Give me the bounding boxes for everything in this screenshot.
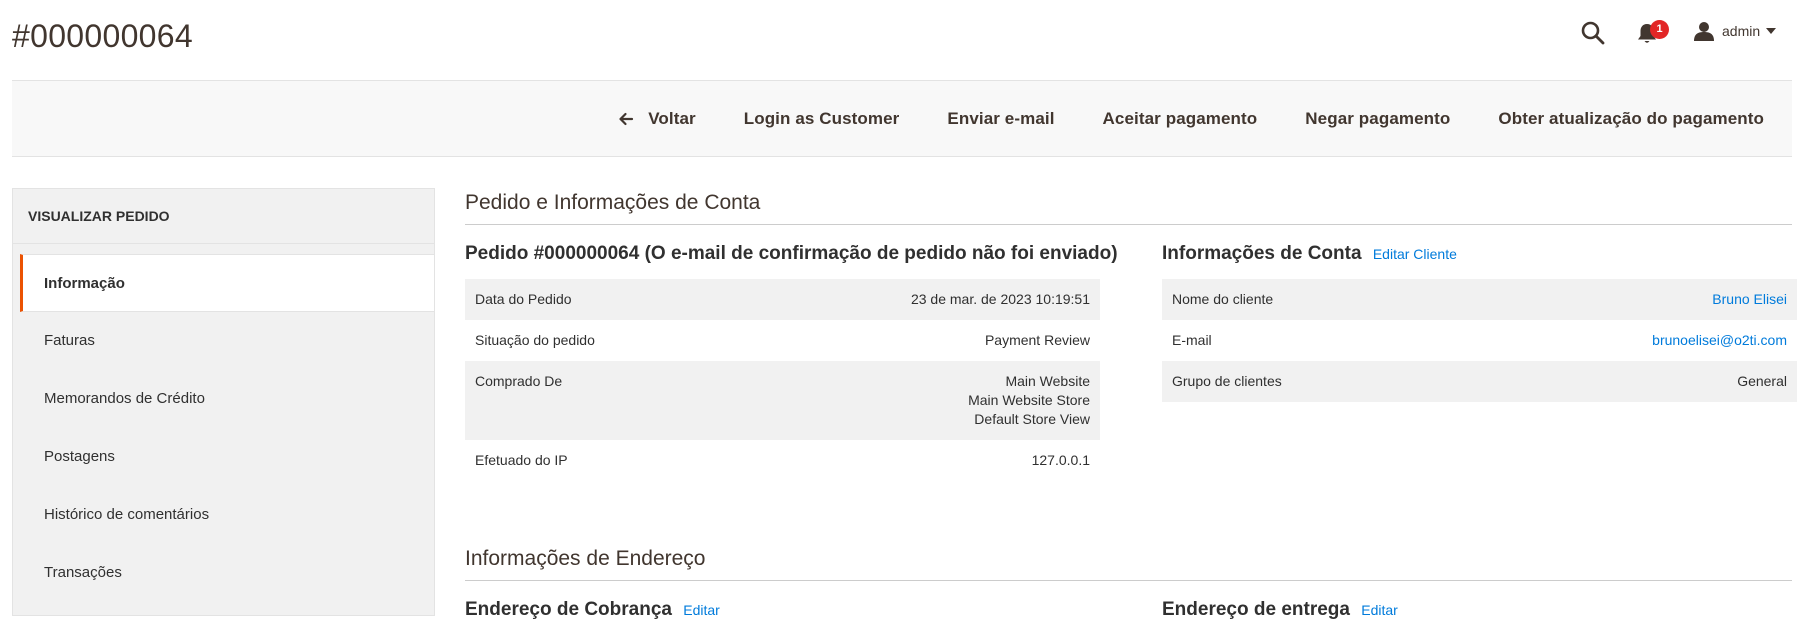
customer-email-link[interactable]: brunoelisei@o2ti.com (1652, 332, 1787, 348)
account-info-title-row: Informações de Conta Editar Cliente (1162, 241, 1797, 267)
customer-name-link[interactable]: Bruno Elisei (1712, 291, 1787, 307)
notifications-count-badge: 1 (1650, 20, 1669, 39)
caret-down-icon (1766, 28, 1777, 34)
order-information-content: Pedido e Informações de Conta Pedido #00… (465, 188, 1797, 620)
order-status-label: Situação do pedido (475, 332, 595, 348)
table-row: Grupo de clientes General (1162, 361, 1797, 402)
edit-billing-address-link[interactable]: Editar (683, 602, 720, 618)
back-button[interactable]: Voltar (618, 109, 696, 129)
placed-from-ip-label: Efetuado do IP (475, 452, 568, 468)
table-row: Situação do pedido Payment Review (465, 320, 1100, 361)
page-header: #000000064 1 admin (0, 0, 1804, 80)
order-info-block: Pedido #000000064 (O e-mail de confirmaç… (465, 225, 1118, 481)
purchased-from-label: Comprado De (475, 373, 563, 389)
address-section-title: Informações de Endereço (465, 544, 1792, 581)
back-button-label: Voltar (648, 108, 696, 128)
login-as-customer-button[interactable]: Login as Customer (696, 109, 900, 129)
admin-user-menu[interactable]: admin (1694, 18, 1777, 44)
account-info-block: Informações de Conta Editar Cliente Nome… (1162, 225, 1797, 402)
tab-shipments[interactable]: Postagens (20, 428, 434, 486)
page-actions-toolbar: Voltar Login as Customer Enviar e-mail A… (12, 80, 1792, 157)
tab-transactions[interactable]: Transações (20, 544, 434, 602)
customer-email-cell: brunoelisei@o2ti.com (1416, 320, 1797, 361)
sidebar-title: VISUALIZAR PEDIDO (13, 189, 434, 244)
tab-information[interactable]: Informação (20, 254, 434, 312)
order-status-value: Payment Review (984, 332, 1090, 348)
order-account-section-title: Pedido e Informações de Conta (465, 188, 1792, 225)
order-date-label: Data do Pedido (475, 291, 572, 307)
table-row: Nome do cliente Bruno Elisei (1162, 279, 1797, 320)
billing-address-title: Endereço de Cobrança (465, 599, 672, 620)
shipping-address-title-row: Endereço de entrega Editar (1162, 597, 1398, 623)
account-info-title: Informações de Conta (1162, 243, 1362, 264)
table-row: Efetuado do IP 127.0.0.1 (465, 440, 1100, 481)
purchased-from-value: Main Website Main Website Store Default … (719, 361, 1100, 440)
shipping-address-title: Endereço de entrega (1162, 599, 1350, 620)
shipping-address-block: Endereço de entrega Editar (1162, 581, 1398, 635)
table-row: Data do Pedido 23 de mar. de 2023 10:19:… (465, 279, 1100, 320)
purchased-from-website: Main Website (1005, 373, 1090, 389)
purchased-from-store-view: Default Store View (974, 411, 1090, 427)
table-row: E-mail brunoelisei@o2ti.com (1162, 320, 1797, 361)
customer-name-label: Nome do cliente (1172, 291, 1274, 307)
account-info-table: Nome do cliente Bruno Elisei E-mail brun… (1162, 279, 1797, 402)
sidebar-tabs: Informação Faturas Memorandos de Crédito… (13, 254, 434, 602)
arrow-left-icon (619, 112, 634, 125)
deny-payment-button[interactable]: Negar pagamento (1257, 109, 1450, 129)
order-account-columns: Pedido #000000064 (O e-mail de confirmaç… (465, 225, 1797, 505)
global-search-button[interactable] (1580, 20, 1610, 46)
customer-group-label: Grupo de clientes (1172, 373, 1282, 389)
order-date-value: 23 de mar. de 2023 10:19:51 (910, 291, 1090, 307)
order-view-sidebar: VISUALIZAR PEDIDO Informação Faturas Mem… (12, 188, 435, 616)
edit-customer-link[interactable]: Editar Cliente (1373, 246, 1457, 262)
page-title: #000000064 (12, 18, 193, 54)
address-information-section: Informações de Endereço Endereço de Cobr… (465, 544, 1792, 621)
admin-username: admin (1722, 23, 1761, 39)
customer-email-label: E-mail (1172, 332, 1212, 348)
edit-shipping-address-link[interactable]: Editar (1361, 602, 1398, 618)
search-icon (1581, 21, 1605, 45)
get-payment-update-button[interactable]: Obter atualização do pagamento (1450, 109, 1764, 129)
send-email-button[interactable]: Enviar e-mail (899, 109, 1054, 129)
billing-address-block: Endereço de Cobrança Editar (465, 581, 720, 635)
page-actions-buttons: Voltar Login as Customer Enviar e-mail A… (618, 81, 1764, 156)
order-info-title: Pedido #000000064 (O e-mail de confirmaç… (465, 243, 1118, 264)
customer-name-cell: Bruno Elisei (1416, 279, 1797, 320)
tab-invoices[interactable]: Faturas (20, 312, 434, 370)
customer-group-value: General (1737, 373, 1787, 389)
tab-credit-memos[interactable]: Memorandos de Crédito (20, 370, 434, 428)
order-info-table: Data do Pedido 23 de mar. de 2023 10:19:… (465, 279, 1100, 481)
user-icon (1694, 22, 1714, 41)
notifications-button[interactable]: 1 (1636, 18, 1670, 48)
tab-comments-history[interactable]: Histórico de comentários (20, 486, 434, 544)
purchased-from-store: Main Website Store (968, 392, 1090, 408)
placed-from-ip-value: 127.0.0.1 (1031, 452, 1090, 468)
accept-payment-button[interactable]: Aceitar pagamento (1055, 109, 1258, 129)
billing-address-title-row: Endereço de Cobrança Editar (465, 597, 720, 623)
table-row: Comprado De Main Website Main Website St… (465, 361, 1100, 440)
address-columns: Endereço de Cobrança Editar Endereço de … (465, 581, 1792, 621)
